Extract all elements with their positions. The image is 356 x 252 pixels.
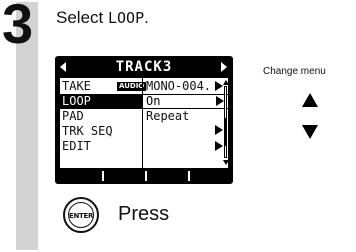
menu-item-pad[interactable]: PAD Repeat	[60, 109, 228, 124]
submenu-arrow-icon	[215, 81, 223, 91]
submenu-arrow-icon	[215, 141, 223, 151]
instruction-prefix: Select	[56, 8, 108, 27]
lcd-header: TRACK3	[55, 59, 233, 75]
instruction-text: Select LOOP.	[56, 8, 149, 28]
function-key-bar	[59, 171, 229, 181]
function-key-4[interactable]	[188, 171, 228, 181]
scroll-up-icon	[223, 80, 229, 85]
menu-item-label: TRK SEQ	[62, 124, 113, 138]
track-title: TRACK3	[115, 59, 173, 75]
press-caption: Press	[118, 203, 170, 225]
change-menu-label: Change menu	[263, 66, 326, 77]
menu-item-edit[interactable]: EDIT	[60, 139, 228, 154]
scroll-thumb[interactable]	[224, 118, 227, 146]
menu-item-value: Repeat	[146, 109, 190, 123]
enter-label: ENTER	[68, 202, 94, 228]
function-key-3[interactable]	[145, 171, 185, 181]
menu-item-loop[interactable]: LOOP On	[60, 94, 228, 109]
lcd-screen: TRACK3 TAKE AUDIO MONO-004. LOOP On PAD …	[55, 56, 233, 184]
up-arrow-icon[interactable]	[302, 93, 318, 107]
function-key-1[interactable]	[59, 171, 99, 181]
function-key-2[interactable]	[102, 171, 142, 181]
instruction-code: LOOP	[107, 9, 145, 27]
menu-item-label: PAD	[62, 109, 84, 123]
scrollbar[interactable]	[223, 78, 229, 168]
menu-item-label: LOOP	[62, 94, 91, 108]
menu-item-take[interactable]: TAKE AUDIO MONO-004.	[60, 79, 228, 94]
menu-item-label: TAKE	[62, 79, 91, 93]
next-track-icon[interactable]	[221, 62, 227, 72]
scroll-down-icon	[223, 160, 229, 165]
instruction-suffix: .	[144, 8, 149, 27]
column-divider	[142, 78, 143, 168]
menu-item-value: MONO-004.	[146, 79, 212, 93]
menu-item-trk-seq[interactable]: TRK SEQ	[60, 124, 228, 139]
menu-item-value: On	[146, 94, 161, 108]
enter-button[interactable]: ENTER	[63, 197, 99, 233]
submenu-arrow-icon	[215, 125, 223, 135]
down-arrow-icon[interactable]	[302, 125, 318, 139]
menu-list: TAKE AUDIO MONO-004. LOOP On PAD Repeat …	[60, 78, 229, 168]
step-number: 3	[2, 0, 33, 55]
menu-item-label: EDIT	[62, 139, 91, 153]
